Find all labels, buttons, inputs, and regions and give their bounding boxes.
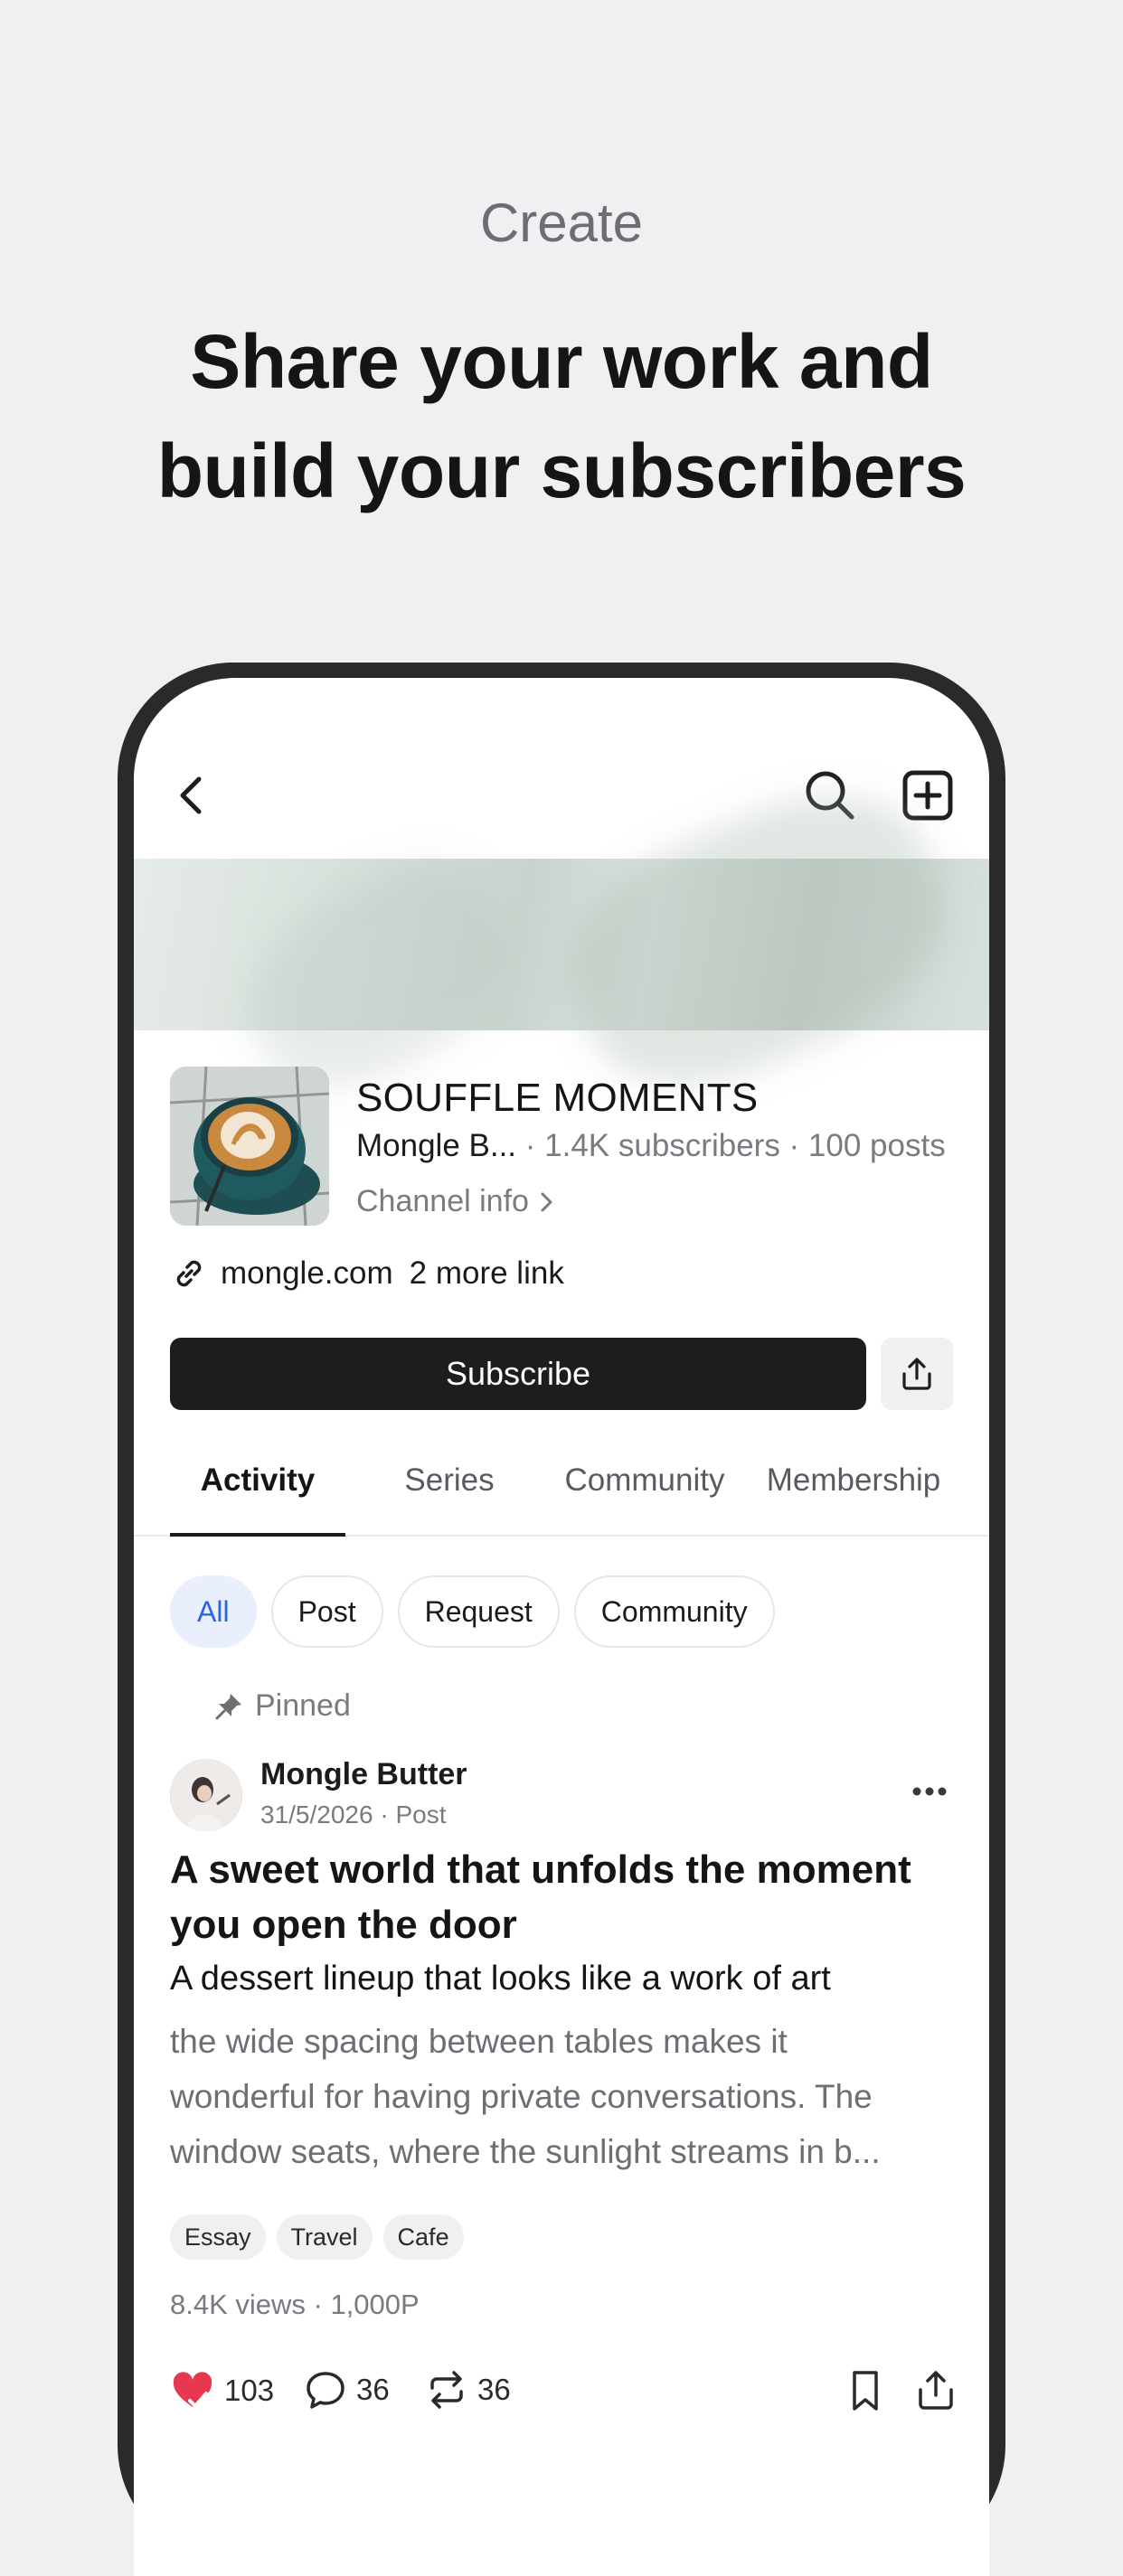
chip-post[interactable]: Post [270, 1575, 383, 1648]
active-tab-indicator [170, 1533, 345, 1537]
phone-screen: SOUFFLE MOMENTS Mongle B... · 1.4K subsc… [134, 678, 989, 2576]
back-button[interactable] [174, 768, 213, 823]
post-excerpt-line: wonderful for having private conversatio… [170, 2078, 873, 2115]
more-dots-icon [912, 1787, 947, 1796]
post-actions: 103 36 36 [170, 2368, 957, 2422]
like-button[interactable]: 103 [170, 2368, 274, 2413]
subscribe-button[interactable]: Subscribe [170, 1338, 866, 1410]
repost-count: 36 [477, 2373, 511, 2406]
repost-icon [430, 2371, 463, 2409]
back-arrow-icon [180, 776, 202, 814]
chip-all[interactable]: All [170, 1575, 257, 1648]
bookmark-icon [853, 2371, 878, 2411]
hero-title-line-1: Share your work and [190, 319, 933, 404]
filter-chips: All Post Request Community [170, 1575, 775, 1648]
subscriber-count: · 1.4K subscribers [516, 1128, 780, 1163]
heart-icon [173, 2372, 212, 2408]
add-post-button[interactable] [899, 766, 957, 824]
repost-button[interactable]: 36 [425, 2368, 511, 2411]
channel-link[interactable]: mongle.com [221, 1255, 393, 1292]
share-post-button[interactable] [915, 2368, 957, 2413]
channel-links: mongle.com 2 more link [170, 1255, 564, 1293]
author-name[interactable]: Mongle Butter [260, 1757, 467, 1792]
tab-community[interactable]: Community [552, 1462, 738, 1535]
channel-tabs: Activity Series Community Membership [134, 1455, 989, 1537]
author-photo [170, 1759, 242, 1831]
comment-count: 36 [356, 2373, 390, 2406]
hero-subtitle: Create [479, 193, 644, 253]
channel-info-label: Channel info [356, 1184, 529, 1218]
share-icon [919, 2371, 953, 2410]
tab-activity[interactable]: Activity [170, 1462, 345, 1535]
tag-cafe[interactable]: Cafe [382, 2214, 464, 2260]
share-channel-button[interactable] [881, 1338, 953, 1410]
post-count: · 100 posts [779, 1128, 946, 1163]
post-excerpt[interactable]: the wide spacing between tables makes it… [170, 2014, 957, 2179]
hero-title: Share your work and build your subscribe… [0, 307, 1123, 526]
channel-banner [134, 755, 989, 1125]
more-links[interactable]: 2 more link [410, 1255, 564, 1292]
chip-request[interactable]: Request [397, 1575, 560, 1648]
tag-essay[interactable]: Essay [170, 2214, 266, 2260]
channel-meta: Mongle B... · 1.4K subscribers · 100 pos… [356, 1128, 946, 1164]
pinned-text: Pinned [255, 1688, 351, 1723]
post-more-button[interactable] [902, 1773, 957, 1810]
phone-frame: SOUFFLE MOMENTS Mongle B... · 1.4K subsc… [118, 663, 1005, 2576]
channel-owner[interactable]: Mongle B... [356, 1128, 516, 1163]
tab-membership[interactable]: Membership [754, 1462, 953, 1535]
channel-info-link[interactable]: Channel info [356, 1184, 556, 1219]
post-excerpt-line: the wide spacing between tables makes it [170, 2023, 788, 2060]
like-count: 103 [224, 2374, 275, 2407]
tab-series[interactable]: Series [363, 1462, 535, 1535]
post-tags: Essay Travel Cafe [170, 2214, 464, 2260]
chip-community[interactable]: Community [573, 1575, 775, 1648]
bookmark-button[interactable] [845, 2368, 886, 2413]
comment-button[interactable]: 36 [304, 2368, 390, 2411]
author-avatar[interactable] [170, 1759, 242, 1831]
post-excerpt-line: window seats, where the sunlight streams… [170, 2133, 881, 2170]
post-meta: 31/5/2026 · Post [260, 1800, 447, 1829]
link-icon [176, 1260, 202, 1287]
share-icon [902, 1358, 931, 1390]
add-box-icon [902, 770, 953, 821]
pinned-label: Pinned [213, 1688, 351, 1724]
post-stats: 8.4K views · 1,000P [170, 2289, 420, 2320]
post-subtitle: A dessert lineup that looks like a work … [170, 1960, 831, 1998]
pin-icon [215, 1693, 241, 1719]
hero-title-line-2: build your subscribers [156, 428, 967, 513]
chevron-right-icon [541, 1192, 552, 1211]
post-title[interactable]: A sweet world that unfolds the moment yo… [170, 1842, 957, 1952]
channel-avatar[interactable] [170, 1067, 329, 1226]
tag-travel[interactable]: Travel [276, 2214, 373, 2260]
comment-icon [307, 2372, 344, 2409]
coffee-cup-image [170, 1067, 329, 1226]
channel-name: SOUFFLE MOMENTS [356, 1076, 759, 1120]
